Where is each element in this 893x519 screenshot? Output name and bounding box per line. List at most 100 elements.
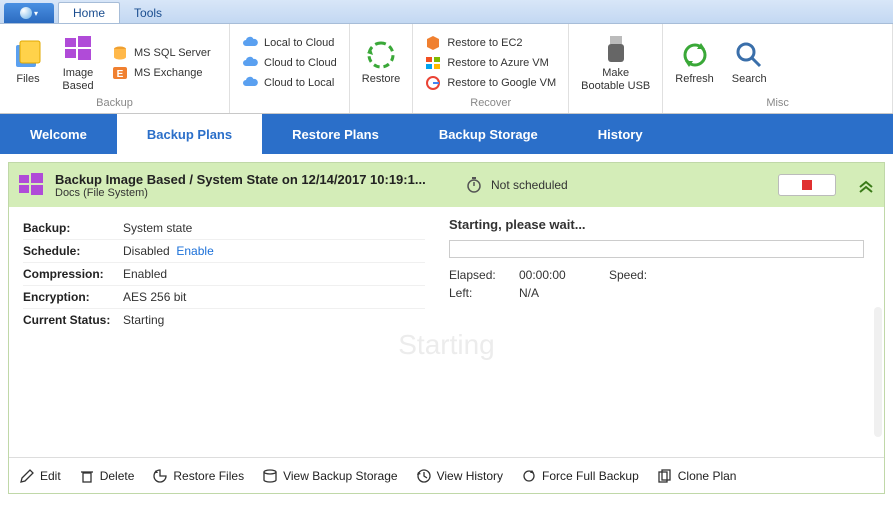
view-storage-button[interactable]: View Backup Storage	[262, 468, 398, 484]
stopwatch-icon	[465, 176, 483, 194]
refresh-label: Refresh	[675, 73, 714, 85]
history-icon	[416, 468, 432, 484]
delete-button[interactable]: Delete	[79, 468, 135, 484]
restore-ec2-label: Restore to EC2	[447, 37, 522, 49]
pencil-icon	[19, 468, 35, 484]
restore-files-button[interactable]: Restore Files	[152, 468, 244, 484]
nav-bar: Welcome Backup Plans Restore Plans Backu…	[0, 114, 893, 154]
app-menu-button[interactable]: ▾	[4, 3, 54, 23]
search-icon	[733, 39, 765, 71]
speed-label: Speed:	[609, 268, 669, 282]
plan-properties: Backup:System state Schedule:Disabled En…	[9, 207, 439, 457]
windows-icon	[17, 171, 45, 199]
refresh-icon	[679, 39, 711, 71]
google-icon	[425, 75, 441, 91]
refresh-icon	[521, 468, 537, 484]
plan-list: Backup Image Based / System State on 12/…	[0, 154, 893, 502]
files-label: Files	[16, 73, 39, 85]
db-icon	[112, 45, 128, 61]
collapse-button[interactable]	[856, 175, 876, 195]
ribbon-group-label-misc: Misc	[671, 97, 884, 111]
restore-azure-button[interactable]: Restore to Azure VM	[421, 54, 560, 72]
prop-value: AES 256 bit	[123, 290, 186, 304]
prop-key: Schedule:	[23, 244, 123, 258]
ribbon-group-restore: Restore	[350, 24, 414, 113]
clone-icon	[657, 468, 673, 484]
elapsed-label: Elapsed:	[449, 268, 509, 282]
ribbon-group-label-recover: Recover	[421, 97, 560, 111]
menu-tab-tools[interactable]: Tools	[120, 3, 176, 23]
restore-google-label: Restore to Google VM	[447, 77, 556, 89]
svg-text:E: E	[117, 69, 124, 80]
schedule-status: Not scheduled	[465, 176, 568, 194]
plan-title: Backup Image Based / System State on 12/…	[55, 172, 455, 187]
nav-tab-backup-plans[interactable]: Backup Plans	[117, 114, 262, 154]
plan-body: Backup:System state Schedule:Disabled En…	[9, 207, 884, 457]
clone-plan-button[interactable]: Clone Plan	[657, 468, 737, 484]
search-button[interactable]: Search	[728, 28, 771, 97]
plan-header: Backup Image Based / System State on 12/…	[9, 163, 884, 207]
cloud-to-local-button[interactable]: Cloud to Local	[238, 74, 341, 92]
restore-files-icon	[152, 468, 168, 484]
speed-value	[679, 268, 759, 282]
enable-schedule-link[interactable]: Enable	[176, 244, 213, 258]
search-label: Search	[732, 73, 767, 85]
bootable-usb-button[interactable]: Make Bootable USB	[577, 28, 654, 97]
cloud-to-cloud-button[interactable]: Cloud to Cloud	[238, 54, 341, 72]
elapsed-value: 00:00:00	[519, 268, 599, 282]
menu-bar: ▾ Home Tools	[0, 0, 893, 24]
scrollbar[interactable]	[874, 307, 882, 437]
usb-icon	[600, 33, 632, 65]
prop-value: Enabled	[123, 267, 167, 281]
stop-button[interactable]	[778, 174, 836, 196]
prop-value: Starting	[123, 313, 164, 327]
exchange-icon: E	[112, 65, 128, 81]
view-history-button[interactable]: View History	[416, 468, 503, 484]
force-full-backup-button[interactable]: Force Full Backup	[521, 468, 639, 484]
cloud-to-cloud-label: Cloud to Cloud	[264, 57, 337, 69]
restore-google-button[interactable]: Restore to Google VM	[421, 74, 560, 92]
plan-subtitle: Docs (File System)	[55, 187, 455, 199]
restore-button[interactable]: Restore	[358, 28, 405, 97]
ribbon-group-usb: Make Bootable USB	[569, 24, 663, 113]
ribbon-group-backup: Files Image Based MS SQL Server E MS Exc…	[0, 24, 230, 113]
ms-exchange-label: MS Exchange	[134, 67, 202, 79]
ribbon-group-misc: Refresh Search Misc	[663, 24, 893, 113]
prop-value: Disabled Enable	[123, 244, 214, 258]
ribbon-group-label: Backup	[8, 97, 221, 111]
windows-icon	[62, 33, 94, 65]
chevron-double-up-icon	[856, 175, 876, 195]
ms-sql-button[interactable]: MS SQL Server	[108, 44, 215, 62]
menu-tab-home[interactable]: Home	[58, 2, 120, 23]
storage-icon	[262, 468, 278, 484]
prop-key: Encryption:	[23, 290, 123, 304]
local-to-cloud-button[interactable]: Local to Cloud	[238, 34, 341, 52]
prop-key: Compression:	[23, 267, 123, 281]
ms-exchange-button[interactable]: E MS Exchange	[108, 64, 215, 82]
restore-icon	[365, 39, 397, 71]
progress-bar	[449, 240, 864, 258]
image-based-label: Image Based	[62, 67, 93, 91]
nav-tab-restore-plans[interactable]: Restore Plans	[262, 114, 409, 154]
restore-azure-label: Restore to Azure VM	[447, 57, 549, 69]
chevron-down-icon: ▾	[34, 9, 38, 18]
cloud-sync-icon	[242, 55, 258, 71]
prop-value: System state	[123, 221, 192, 235]
progress-heading: Starting, please wait...	[449, 217, 864, 232]
prop-key: Current Status:	[23, 313, 123, 327]
ribbon-group-recover: Restore to EC2 Restore to Azure VM Resto…	[413, 24, 569, 113]
image-based-button[interactable]: Image Based	[58, 28, 98, 97]
globe-icon	[20, 7, 32, 19]
refresh-button[interactable]: Refresh	[671, 28, 718, 97]
left-label: Left:	[449, 286, 509, 300]
nav-tab-welcome[interactable]: Welcome	[0, 114, 117, 154]
restore-label: Restore	[362, 73, 401, 85]
edit-button[interactable]: Edit	[19, 468, 61, 484]
plan-card: Backup Image Based / System State on 12/…	[8, 162, 885, 494]
restore-ec2-button[interactable]: Restore to EC2	[421, 34, 560, 52]
nav-tab-backup-storage[interactable]: Backup Storage	[409, 114, 568, 154]
nav-tab-history[interactable]: History	[568, 114, 673, 154]
schedule-status-text: Not scheduled	[491, 178, 568, 192]
files-button[interactable]: Files	[8, 28, 48, 97]
ribbon-group-cloud: Local to Cloud Cloud to Cloud Cloud to L…	[230, 24, 350, 113]
